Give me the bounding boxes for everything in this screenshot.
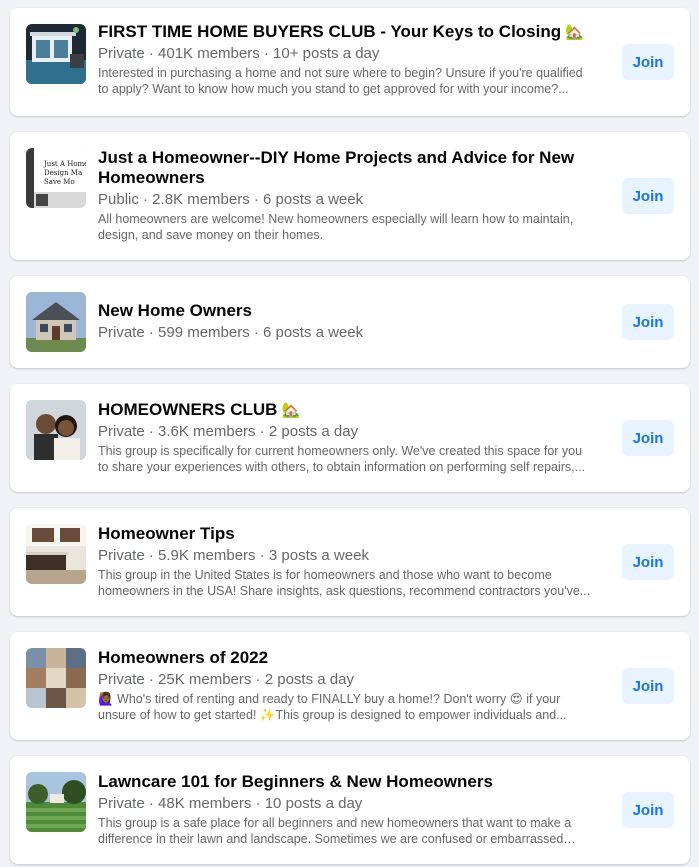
group-name[interactable]: Lawncare 101 for Beginners & New Homeown…: [98, 772, 592, 792]
group-card[interactable]: FIRST TIME HOME BUYERS CLUB - Your Keys …: [10, 8, 690, 116]
group-name[interactable]: HOMEOWNERS CLUB 🏡: [98, 400, 592, 420]
group-description: This group is specifically for current h…: [98, 444, 586, 474]
group-name[interactable]: FIRST TIME HOME BUYERS CLUB - Your Keys …: [98, 22, 592, 42]
house-icon: 🏡: [565, 23, 584, 41]
join-button[interactable]: Join: [622, 420, 674, 456]
group-description: This group is a safe place for all begin…: [98, 816, 572, 846]
group-meta: Public · 2.8K members · 6 posts a week: [98, 191, 364, 208]
couple-photo-thumbnail[interactable]: [26, 400, 86, 460]
diy-sign-thumbnail[interactable]: Just A Home Design Ma Save Mo: [26, 148, 86, 208]
group-description: This group in the United States is for h…: [98, 568, 591, 598]
lawn-photo-thumbnail[interactable]: [26, 772, 86, 832]
group-name[interactable]: Just a Homeowner--DIY Home Projects and …: [98, 148, 592, 188]
group-suggestions-list: FIRST TIME HOME BUYERS CLUB - Your Keys …: [0, 0, 699, 867]
group-meta: Private · 48K members · 10 posts a day: [98, 795, 363, 812]
group-description: Interested in purchasing a home and not …: [98, 66, 583, 96]
group-name[interactable]: New Home Owners: [98, 301, 592, 321]
join-button[interactable]: Join: [622, 44, 674, 80]
join-button[interactable]: Join: [622, 792, 674, 828]
group-card[interactable]: New Home Owners Private · 599 members · …: [10, 276, 690, 368]
thumbnail-sign-text: Just A Home Design Ma Save Mo: [44, 160, 86, 186]
kitchen-photo-thumbnail[interactable]: [26, 524, 86, 584]
group-description: 🙋🏾‍♀️ Who's tired of renting and ready t…: [98, 692, 567, 722]
house-exterior-thumbnail[interactable]: [26, 292, 86, 352]
join-button[interactable]: Join: [622, 668, 674, 704]
collage-photo-thumbnail[interactable]: [26, 648, 86, 708]
group-meta: Private · 25K members · 2 posts a day: [98, 671, 354, 688]
house-icon: 🏡: [281, 401, 301, 419]
group-card[interactable]: Just A Home Design Ma Save Mo Just a Hom…: [10, 132, 690, 260]
group-card[interactable]: HOMEOWNERS CLUB 🏡 Private · 3.6K members …: [10, 384, 690, 492]
group-name[interactable]: Homeowner Tips: [98, 524, 592, 544]
group-meta: Private · 599 members · 6 posts a week: [98, 324, 364, 341]
group-meta: Private · 5.9K members · 3 posts a week: [98, 547, 369, 564]
group-card[interactable]: Lawncare 101 for Beginners & New Homeown…: [10, 756, 690, 864]
group-name[interactable]: Homeowners of 2022: [98, 648, 592, 668]
house-photo-thumbnail[interactable]: [26, 24, 86, 84]
group-meta: Private · 401K members · 10+ posts a day: [98, 45, 380, 62]
join-button[interactable]: Join: [622, 178, 674, 214]
group-description: All homeowners are welcome! New homeowne…: [98, 212, 574, 242]
join-button[interactable]: Join: [622, 544, 674, 580]
join-button[interactable]: Join: [622, 304, 674, 340]
group-card[interactable]: Homeowner Tips Private · 5.9K members · …: [10, 508, 690, 616]
group-meta: Private · 3.6K members · 2 posts a day: [98, 423, 359, 440]
group-card[interactable]: Homeowners of 2022 Private · 25K members…: [10, 632, 690, 740]
